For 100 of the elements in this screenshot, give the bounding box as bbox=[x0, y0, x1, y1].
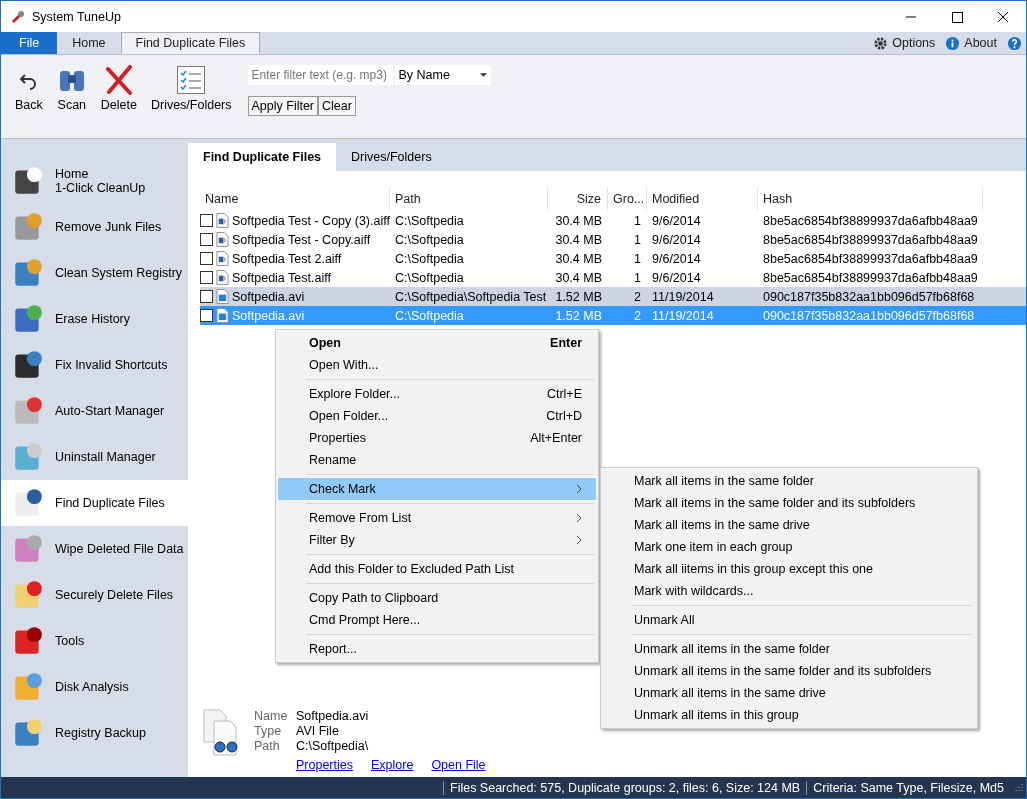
menu-item[interactable]: Unmark all items in this group bbox=[603, 704, 975, 726]
menu-item[interactable]: Explore Folder... Ctrl+E bbox=[278, 383, 596, 405]
row-checkbox[interactable] bbox=[200, 233, 213, 246]
row-checkbox[interactable] bbox=[200, 309, 213, 322]
resize-grip-icon[interactable] bbox=[1013, 782, 1023, 793]
menu-item[interactable]: Unmark all items in the same folder bbox=[603, 638, 975, 660]
menu-item[interactable]: Remove From List bbox=[278, 507, 596, 529]
detail-value: AVI File bbox=[296, 724, 340, 739]
sidebar-item[interactable]: Disk Analysis bbox=[1, 664, 188, 710]
menu-item[interactable]: Mark with wildcards... bbox=[603, 580, 975, 602]
menu-item[interactable]: Mark all items in the same folder and its subfolders bbox=[603, 492, 975, 514]
menu-item[interactable]: Check Mark bbox=[278, 478, 596, 500]
sidebar-item[interactable]: Find Duplicate Files bbox=[1, 480, 188, 526]
table-cell: Softpedia Test.aiff bbox=[232, 270, 331, 285]
detail-value: Softpedia.avi bbox=[296, 709, 370, 724]
column-header[interactable]: Name bbox=[200, 187, 390, 211]
menu-item[interactable]: Open Folder... Ctrl+D bbox=[278, 405, 596, 427]
menu-item[interactable]: Mark all iitems in this group except this one bbox=[603, 558, 975, 580]
sidebar-item[interactable]: Clean System Registry bbox=[1, 250, 188, 296]
row-checkbox[interactable] bbox=[200, 290, 213, 303]
content-tab[interactable]: Find Duplicate Files bbox=[188, 143, 337, 171]
table-cell: Softpedia Test - Copy (3).aiff bbox=[232, 213, 390, 228]
table-cell-text: 9/6/2014 bbox=[651, 232, 702, 247]
filter-button[interactable]: Apply Filter bbox=[247, 96, 319, 116]
column-header[interactable]: Path bbox=[390, 187, 548, 211]
detail-link[interactable]: Properties bbox=[296, 758, 353, 772]
toolbar-button[interactable]: Back bbox=[9, 65, 49, 112]
ribbon-tab[interactable]: Home bbox=[57, 32, 121, 54]
detail-link[interactable]: Explore bbox=[371, 758, 414, 772]
sidebar-item[interactable]: Tools bbox=[1, 618, 188, 664]
sidebar-item[interactable]: Registry Backup bbox=[1, 710, 188, 756]
status-text: Files Searched: 575, Duplicate groups: 2, files: 6, Size: 124 MB bbox=[443, 780, 807, 795]
sidebar-label: Erase History bbox=[55, 312, 131, 326]
column-header[interactable]: Hash bbox=[758, 187, 983, 211]
file-row[interactable]: Softpedia Test 2.aiff C:\Softpedia 30.4 MB 1 9/6/2014 8be5ac6854bf38899937da6afbb48aa9 bbox=[200, 249, 1026, 268]
help-link[interactable]: About bbox=[964, 36, 1003, 50]
menu-item[interactable]: Open Enter bbox=[278, 332, 596, 354]
sidebar-label: Uninstall Manager bbox=[55, 450, 156, 464]
sidebar-item[interactable]: Wipe Deleted File Data bbox=[1, 526, 188, 572]
detail-label: Path bbox=[254, 739, 281, 754]
table-cell-text: 9/6/2014 bbox=[651, 270, 702, 285]
sidebar-label: Find Duplicate Files bbox=[55, 496, 165, 510]
column-header[interactable]: Gro... bbox=[608, 187, 647, 211]
table-cell-text: 30.4 MB bbox=[554, 270, 603, 285]
table-cell-text: C:\Softpedia bbox=[394, 213, 465, 228]
detail-link[interactable]: Open File bbox=[431, 758, 486, 772]
row-checkbox[interactable] bbox=[200, 271, 213, 284]
toolbar-button[interactable]: Delete bbox=[94, 65, 143, 112]
ribbon-tab[interactable]: Find Duplicate Files bbox=[120, 32, 261, 54]
sidebar-label: Wipe Deleted File Data bbox=[55, 542, 184, 556]
sidebar-item[interactable]: Home 1-Click CleanUp bbox=[1, 158, 188, 204]
menu-item[interactable]: Unmark all items in the same folder and its subfolders bbox=[603, 660, 975, 682]
sidebar-item[interactable]: Auto-Start Manager bbox=[1, 388, 188, 434]
row-checkbox[interactable] bbox=[200, 214, 213, 227]
sidebar-item[interactable]: Erase History bbox=[1, 296, 188, 342]
table-cell-text: 11/19/2014 bbox=[651, 289, 715, 304]
menu-item[interactable]: Add this Folder to Excluded Path List bbox=[278, 558, 596, 580]
sidebar-item[interactable]: Remove Junk Files bbox=[1, 204, 188, 250]
checklist-icon bbox=[176, 65, 207, 95]
file-row[interactable]: Softpedia Test - Copy.aiff C:\Softpedia 30.4 MB 1 9/6/2014 8be5ac6854bf38899937da6afbb48aa9 bbox=[200, 230, 1026, 249]
menu-item[interactable]: Unmark all items in the same drive bbox=[603, 682, 975, 704]
menu-item[interactable]: Copy Path to Clipboard bbox=[278, 587, 596, 609]
menu-item[interactable]: Open With... bbox=[278, 354, 596, 376]
column-header[interactable]: Size bbox=[548, 187, 608, 211]
table-cell-text: 11/19/2014 bbox=[651, 308, 715, 323]
menu-item[interactable]: Rename bbox=[278, 449, 596, 471]
sidebar-item[interactable]: Uninstall Manager bbox=[1, 434, 188, 480]
table-cell-text: 1 bbox=[633, 270, 642, 285]
menu-item[interactable]: Mark all items in the same drive bbox=[603, 514, 975, 536]
sidebar-label: Fix Invalid Shortcuts bbox=[55, 358, 168, 372]
file-row[interactable]: Softpedia Test - Copy (3).aiff C:\Softpedia 30.4 MB 1 9/6/2014 8be5ac6854bf38899937da6afbb48aa9 bbox=[200, 211, 1026, 230]
menu-item[interactable]: Filter By bbox=[278, 529, 596, 551]
toolbar-button[interactable]: Scan bbox=[50, 65, 93, 112]
menu-item[interactable]: Properties Alt+Enter bbox=[278, 427, 596, 449]
help-icon[interactable] bbox=[1007, 35, 1022, 51]
sidebar-item[interactable]: Securely Delete Files bbox=[1, 572, 188, 618]
caret-icon bbox=[479, 73, 487, 77]
menu-item[interactable]: Unmark All bbox=[603, 609, 975, 631]
sidebar-item[interactable]: Fix Invalid Shortcuts bbox=[1, 342, 188, 388]
file-row[interactable]: Softpedia.avi C:\Softpedia\Softpedia Test 1.52 MB 2 11/19/2014 090c187f35b832aa1bb096d57fb68f68 bbox=[200, 287, 1026, 306]
menu-item[interactable]: Mark all items in the same folder bbox=[603, 470, 975, 492]
filter-text-field[interactable]: Enter filter text (e.g. mp3) bbox=[247, 65, 393, 85]
table-cell-text: C:\Softpedia bbox=[394, 232, 465, 247]
ribbon-tab[interactable]: File bbox=[1, 32, 58, 54]
toolbar-button[interactable]: Drives/Folders bbox=[144, 65, 238, 112]
window-title: System TuneUp bbox=[32, 9, 121, 24]
menu-item[interactable]: Mark one item in each group bbox=[603, 536, 975, 558]
column-header[interactable]: Modified bbox=[647, 187, 758, 211]
menu-item[interactable]: Cmd Prompt Here... bbox=[278, 609, 596, 631]
table-cell: Softpedia Test - Copy.aiff bbox=[232, 232, 371, 247]
help-link[interactable]: Options bbox=[892, 36, 942, 50]
table-cell-text: 30.4 MB bbox=[554, 232, 603, 247]
row-checkbox[interactable] bbox=[200, 252, 213, 265]
sidebar-sublabel: 1-Click CleanUp bbox=[55, 181, 146, 195]
content-tab[interactable]: Drives/Folders bbox=[336, 143, 447, 171]
audio-file-icon bbox=[216, 213, 229, 228]
filter-button[interactable]: Clear bbox=[318, 96, 356, 116]
sort-dropdown[interactable]: By Name bbox=[394, 65, 491, 85]
menu-item[interactable]: Report... bbox=[278, 638, 596, 660]
file-row[interactable]: Softpedia Test.aiff C:\Softpedia 30.4 MB 1 9/6/2014 8be5ac6854bf38899937da6afbb48aa9 bbox=[200, 268, 1026, 287]
